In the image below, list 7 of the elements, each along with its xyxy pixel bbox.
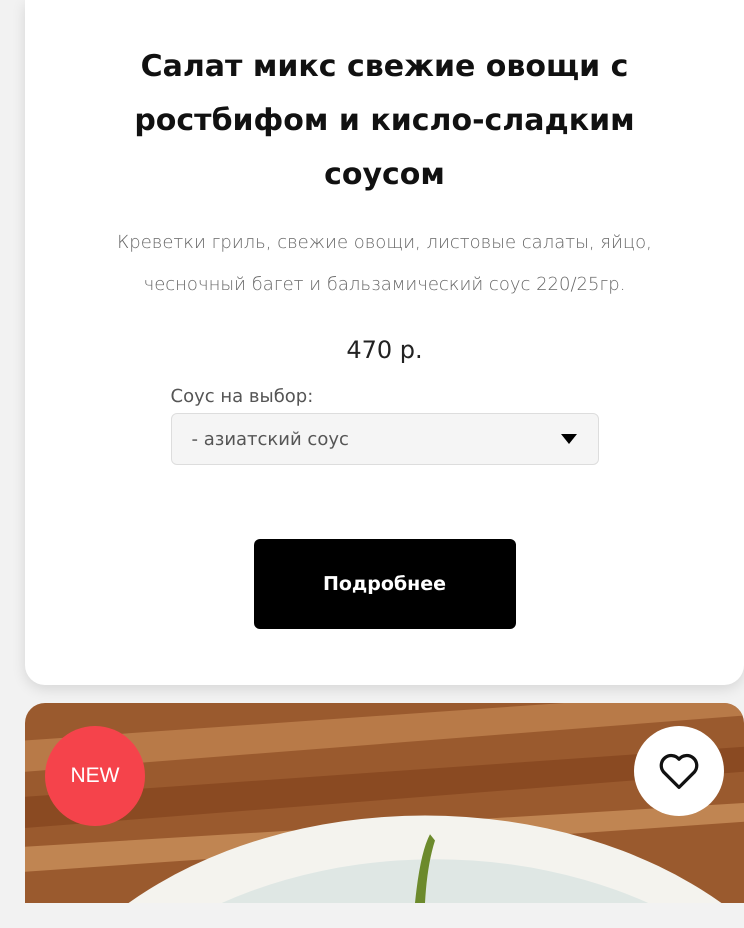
details-button[interactable]: Подробнее [254, 539, 516, 629]
product-title: Салат микс свежие овощи с ростбифом и кисло-сладким соусом [133, 48, 636, 194]
product-description: Креветки гриль, свежие овощи, листовые салаты, яйцо, чесночный багет и бальзамический соус 220/25гр. [116, 231, 653, 297]
option-label: Соус на выбор: [170, 386, 314, 407]
caret-icon [560, 433, 578, 445]
sauce-dropdown[interactable]: - азиатский соус [170, 413, 598, 465]
product-price: 470 р. [346, 336, 423, 364]
